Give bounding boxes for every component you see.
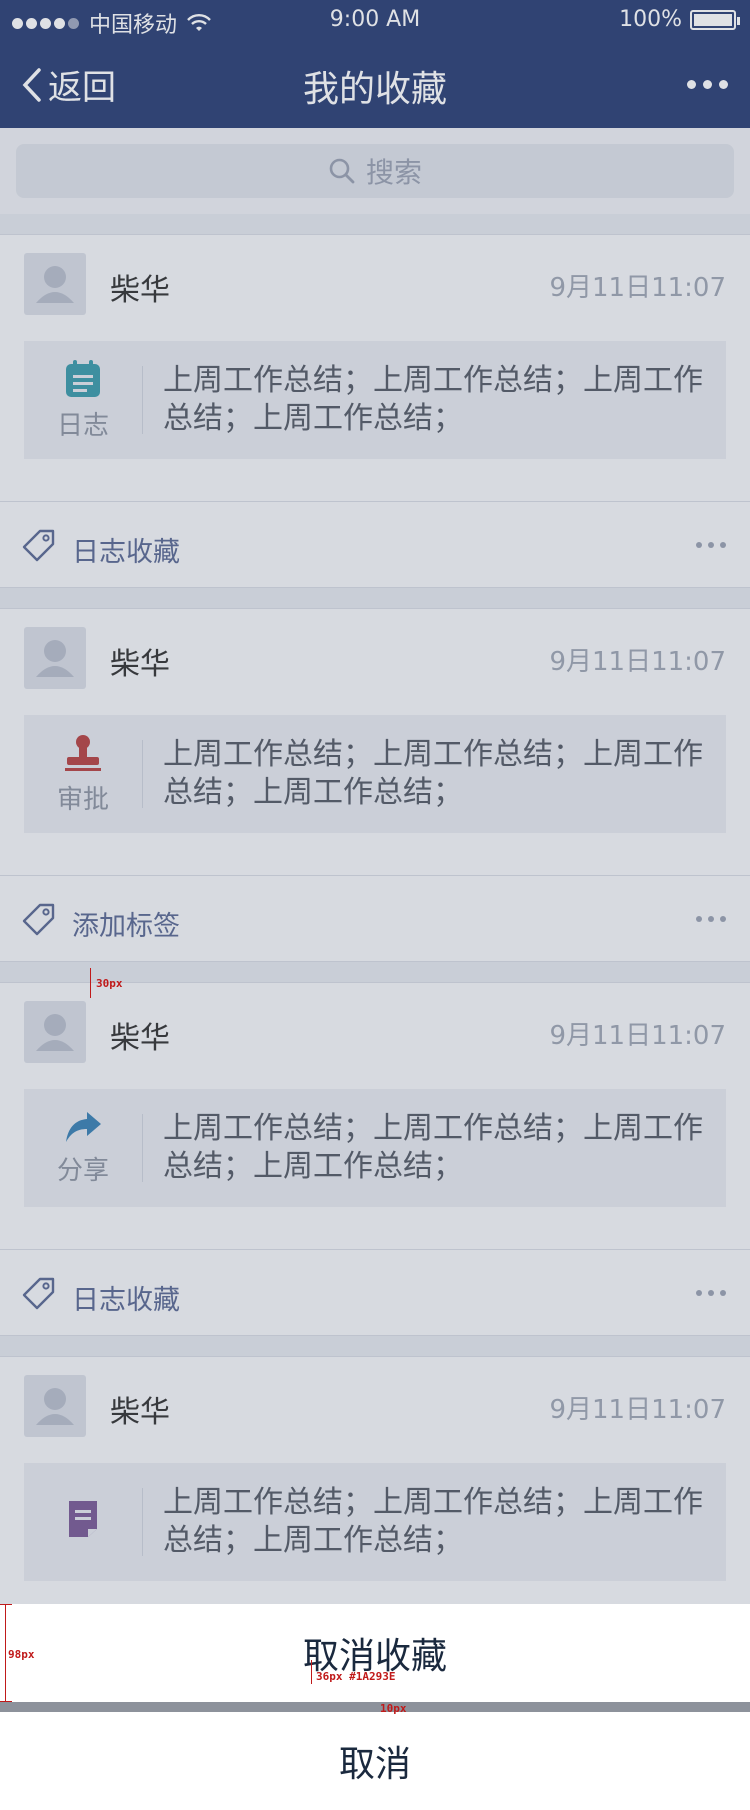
annotation-height-98: 98px [8,1648,35,1661]
measure-line [5,1604,6,1702]
unfavorite-button[interactable]: 取消收藏 [0,1604,750,1702]
measure-line [0,1701,12,1702]
dim-overlay[interactable] [0,0,750,1810]
cancel-button[interactable]: 取消 [0,1712,750,1810]
measure-line [0,1604,12,1605]
annotation-gap-30: 30px [96,977,123,990]
action-sheet: 取消收藏 取消 [0,1604,750,1810]
annotation-font-spec: 36px #1A293E [316,1670,396,1683]
screen: 中国移动 9:00 AM 100% 返回 我的收藏 搜索 柴华 9月11日11:… [0,0,750,1810]
measure-line [90,968,91,998]
measure-line [311,1660,312,1684]
annotation-gap-10: 10px [380,1702,407,1715]
